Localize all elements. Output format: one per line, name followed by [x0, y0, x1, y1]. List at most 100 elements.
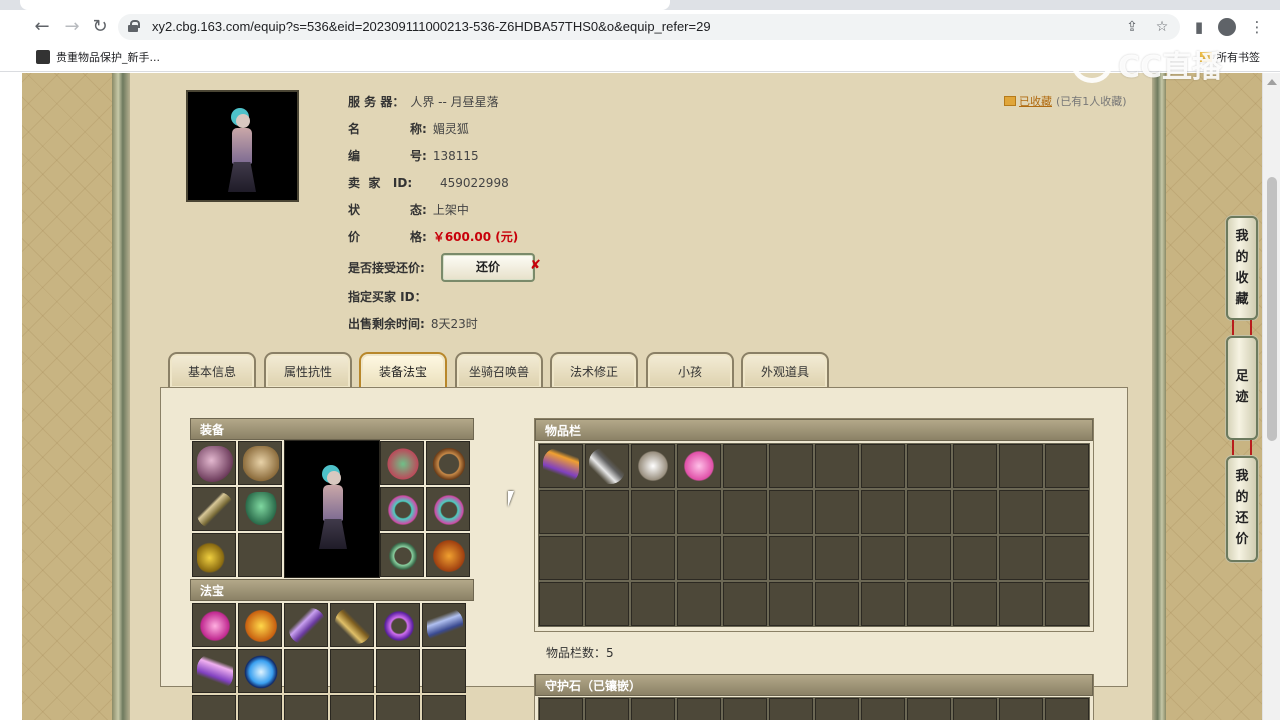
equip-slot[interactable]: [192, 487, 236, 531]
server-value: 人界 -- 月昼星落: [410, 95, 499, 109]
equip-slot[interactable]: [426, 533, 470, 577]
tab-attributes[interactable]: 属性抗性: [264, 352, 352, 388]
inventory-slot: [952, 535, 998, 581]
price-value: ￥600.00 (元): [432, 230, 519, 244]
treasure-slot[interactable]: [238, 649, 282, 693]
status-label-b: 态:: [410, 203, 427, 217]
tab-label: 外观道具: [760, 365, 809, 379]
equip-slot[interactable]: [380, 533, 424, 577]
back-icon[interactable]: ←: [30, 16, 54, 38]
item-icon: [543, 448, 579, 484]
scroll-up-icon[interactable]: [1267, 79, 1277, 85]
address-bar[interactable]: xy2.cbg.163.com/equip?s=536&eid=20230911…: [118, 14, 1180, 40]
inventory-slot: [860, 581, 906, 627]
item-icon: [381, 608, 417, 644]
tab-label: 小孩: [677, 365, 702, 379]
equip-slot[interactable]: [192, 441, 236, 485]
inventory-slot: [676, 581, 722, 627]
inventory-slot: [584, 489, 630, 535]
price-row: 价 格: ￥600.00 (元): [348, 228, 518, 246]
bookmark-item[interactable]: 贵重物品保护_新手...: [36, 50, 160, 66]
treasure-slot[interactable]: [330, 603, 374, 647]
tab-spell-mods[interactable]: 法术修正: [550, 352, 638, 388]
inventory-slot: [814, 535, 860, 581]
menu-icon[interactable]: ⋮: [1246, 16, 1268, 38]
tab-mounts-pets[interactable]: 坐骑召唤兽: [455, 352, 543, 388]
item-icon: [681, 448, 717, 484]
treasure-slot: [238, 695, 282, 720]
tab-label: 坐骑召唤兽: [468, 365, 529, 379]
inventory-slot[interactable]: [630, 443, 676, 489]
guard-slot: [860, 697, 906, 720]
profile-avatar[interactable]: [1218, 18, 1236, 36]
forward-icon[interactable]: →: [60, 16, 84, 38]
guard-slot: [1044, 697, 1090, 720]
treasure-slot[interactable]: [422, 603, 466, 647]
seller-label: 卖 家 ID:: [348, 176, 413, 190]
item-icon: [589, 448, 625, 484]
inventory-slot: [768, 535, 814, 581]
treasure-slot[interactable]: [238, 603, 282, 647]
equip-slot[interactable]: [426, 441, 470, 485]
item-icon: [197, 654, 233, 690]
cc-live-watermark: CC直播: [1072, 46, 1222, 90]
equip-slot[interactable]: [380, 487, 424, 531]
inventory-slot: [722, 535, 768, 581]
item-icon: [431, 492, 467, 528]
item-icon: [335, 608, 371, 644]
scrollbar[interactable]: [1262, 73, 1280, 720]
side-connector: [1232, 320, 1252, 336]
lock-icon[interactable]: [128, 20, 140, 32]
counter-offer-button[interactable]: 还价: [441, 253, 535, 282]
inventory-slot: [814, 581, 860, 627]
treasure-slot[interactable]: [376, 603, 420, 647]
equip-slot[interactable]: [380, 441, 424, 485]
item-icon: [197, 608, 233, 644]
remaining-label: 出售剩余时间:: [348, 317, 425, 331]
side-button-label: 我的还价: [1235, 469, 1249, 547]
scroll-thumb[interactable]: [1267, 177, 1277, 441]
tab-equipment[interactable]: 装备法宝: [359, 352, 447, 388]
treasure-slot: [422, 695, 466, 720]
item-icon: [635, 448, 671, 484]
favorite-folder-icon: [1004, 96, 1016, 106]
inventory-slot: [584, 535, 630, 581]
share-icon[interactable]: ⇪: [1122, 17, 1142, 37]
tab-children[interactable]: 小孩: [646, 352, 734, 388]
id-value: 138115: [432, 149, 479, 163]
equip-slot[interactable]: [426, 487, 470, 531]
inventory-slot: [584, 581, 630, 627]
treasure-slot[interactable]: [192, 603, 236, 647]
bookmark-favicon-icon: [36, 50, 50, 64]
my-offers-button[interactable]: 我的还价: [1226, 456, 1258, 562]
favorite-link[interactable]: 已收藏: [1019, 95, 1052, 108]
guard-slot: [998, 697, 1044, 720]
sidepanel-icon[interactable]: ▮: [1188, 16, 1210, 38]
url-text[interactable]: xy2.cbg.163.com/equip?s=536&eid=20230911…: [152, 14, 711, 40]
equip-slot[interactable]: [192, 533, 236, 577]
inventory-slot[interactable]: [676, 443, 722, 489]
star-icon[interactable]: ☆: [1152, 17, 1172, 37]
guard-slot: [722, 697, 768, 720]
tab-label: 属性抗性: [283, 365, 332, 379]
tab-appearance[interactable]: 外观道具: [741, 352, 829, 388]
my-favorites-button[interactable]: 我的收藏: [1226, 216, 1258, 320]
equip-slot[interactable]: [238, 441, 282, 485]
treasure-slot[interactable]: [284, 603, 328, 647]
inventory-slot[interactable]: [584, 443, 630, 489]
item-icon: [431, 538, 467, 574]
inventory-slot: [998, 489, 1044, 535]
reload-icon[interactable]: ↻: [88, 16, 112, 38]
active-tab[interactable]: [20, 0, 670, 10]
tab-basic-info[interactable]: 基本信息: [168, 352, 256, 388]
equip-slot[interactable]: [238, 487, 282, 531]
footprints-button[interactable]: 足迹: [1226, 336, 1258, 440]
treasure-slot[interactable]: [192, 649, 236, 693]
treasure-slot: [192, 695, 236, 720]
id-label-b: 号:: [410, 149, 427, 163]
inventory-slot[interactable]: [538, 443, 584, 489]
tab-label: 装备法宝: [378, 365, 427, 379]
counter-disabled-icon: ✘: [530, 258, 541, 273]
favorite-count: (已有1人收藏): [1056, 95, 1127, 108]
treasure-slot: [422, 649, 466, 693]
